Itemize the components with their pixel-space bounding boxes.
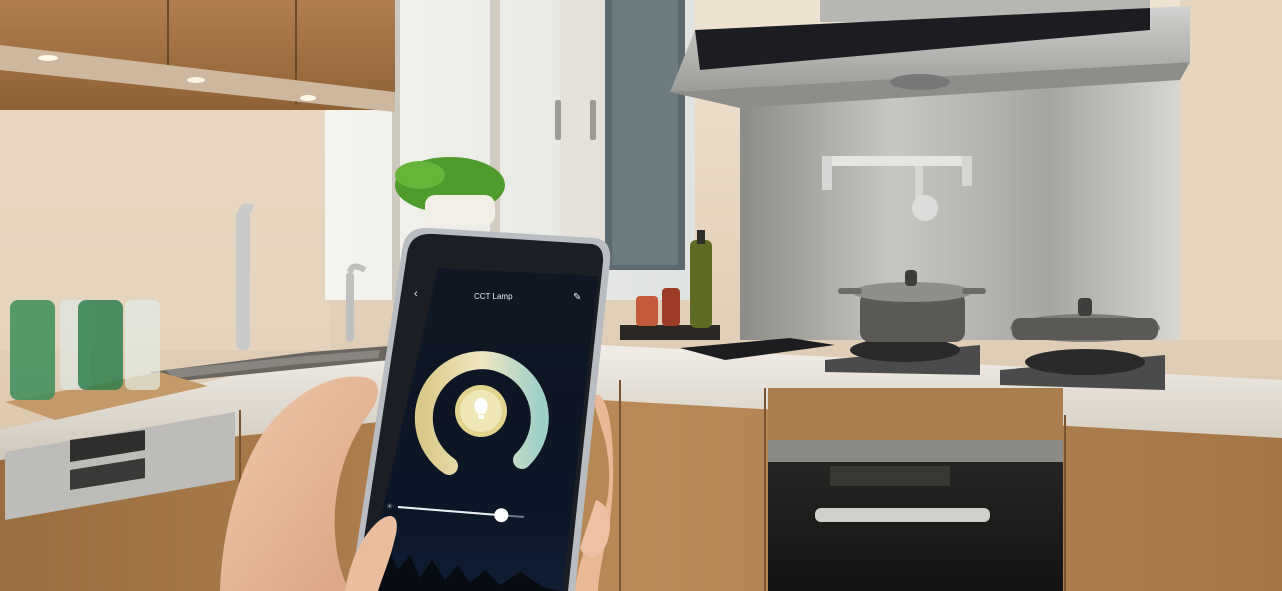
back-icon[interactable]: ‹: [414, 288, 418, 300]
slider-handle[interactable]: [494, 508, 509, 523]
oven: [768, 440, 1063, 591]
edit-icon[interactable]: ✎: [573, 292, 581, 303]
upper-cabinets: [0, 0, 395, 112]
wall-right: [1180, 0, 1282, 340]
brightness-low-icon: ☀: [386, 502, 393, 511]
app-title: CCT Lamp: [474, 292, 513, 301]
kitchen-scene: ‹ CCT Lamp ✎ ☀: [0, 0, 1282, 591]
